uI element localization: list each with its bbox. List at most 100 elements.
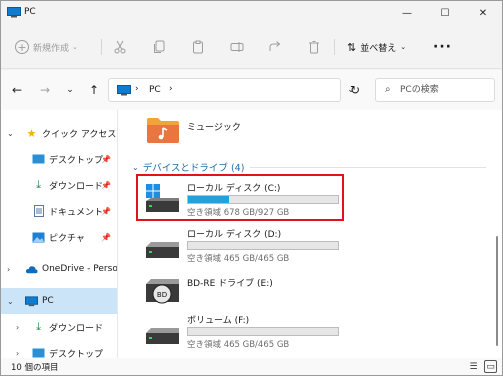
tiles-view-button[interactable]: ▭ (484, 360, 497, 373)
drive-f[interactable]: ボリューム (F:) 空き領域 465 GB/465 GB (144, 310, 344, 350)
drive-name: BD-RE ドライブ (E:) (187, 279, 273, 289)
music-folder-icon[interactable] (146, 116, 180, 144)
toolbar-divider (101, 39, 102, 55)
up-button[interactable]: ↑ (84, 80, 104, 100)
drive-name: ボリューム (F:) (187, 316, 250, 326)
download-arrow-icon: ⤓ (36, 178, 41, 191)
pc-icon (25, 295, 38, 307)
desktop-icon (32, 153, 45, 165)
close-button[interactable]: ✕ (464, 1, 502, 25)
address-bar[interactable]: › PC › (108, 78, 341, 102)
minimize-icon: — (402, 7, 412, 19)
close-icon: ✕ (478, 7, 488, 19)
section-header-devices[interactable]: ⌄ デバイスとドライブ (4) (132, 160, 245, 175)
chevron-down-icon: ⌄ (132, 162, 139, 172)
chevron-right-icon[interactable]: › (7, 265, 10, 274)
sidebar-item-quick-access[interactable]: ⌄ ★ クイック アクセス (1, 120, 117, 146)
paste-button[interactable] (189, 37, 207, 57)
explorer-window: PC — ☐ ✕ + 新規作成 ⌄ ⇅ 並べ替え ⌄ ··· ← → ⌄ ↑ ›… (0, 0, 503, 376)
window-title: PC (24, 7, 36, 17)
copy-button[interactable] (150, 37, 168, 57)
sidebar-item-pc-downloads[interactable]: › ⤓ ダウンロード (1, 314, 117, 340)
chevron-right-icon[interactable]: › (16, 323, 19, 332)
scrollbar-thumb[interactable] (496, 236, 498, 346)
highlight-annotation (136, 174, 344, 221)
arrow-right-icon: → (39, 83, 51, 97)
pin-icon: 📌 (101, 154, 111, 164)
pin-icon: 📌 (101, 180, 111, 190)
chevron-down-icon[interactable]: ⌄ (7, 129, 14, 138)
sidebar-item-pictures[interactable]: ピクチャ 📌 (1, 224, 117, 250)
maximize-button[interactable]: ☐ (426, 1, 464, 25)
copy-icon (154, 40, 165, 53)
recent-locations-button[interactable]: ⌄ (60, 80, 80, 100)
new-button[interactable]: + 新規作成 ⌄ (15, 37, 78, 57)
drive-usage-bar (187, 241, 339, 250)
refresh-button[interactable]: ↻ (345, 80, 365, 100)
minimize-button[interactable]: — (388, 1, 426, 25)
drive-d[interactable]: ローカル ディスク (D:) 空き領域 465 GB/465 GB (144, 224, 344, 264)
desktop-icon (32, 347, 45, 358)
section-divider (250, 167, 486, 168)
pc-icon (7, 7, 21, 18)
hard-drive-icon (146, 242, 179, 258)
pc-icon (117, 85, 131, 96)
document-icon (32, 205, 45, 217)
list-view-icon: ☰ (469, 361, 478, 372)
trash-icon (309, 41, 319, 54)
item-count: 10 個の項目 (11, 363, 59, 373)
search-input[interactable] (400, 83, 490, 97)
chevron-right-icon[interactable]: › (16, 349, 19, 358)
download-arrow-icon: ⤓ (36, 320, 41, 333)
sidebar-item-onedrive[interactable]: › OneDrive - Perso (1, 256, 117, 282)
arrow-up-icon: ↑ (88, 83, 100, 97)
navigation-pane: ⌄ ★ クイック アクセス デスクトップ 📌 ⤓ ダウンロード 📌 ドキュメント… (1, 110, 117, 358)
music-folder-label[interactable]: ミュージック (187, 120, 241, 133)
chevron-down-icon[interactable]: ⌄ (7, 297, 14, 306)
star-icon: ★ (26, 126, 37, 140)
rename-button[interactable] (228, 37, 246, 57)
refresh-icon: ↻ (349, 83, 361, 97)
drive-free-space: 空き領域 465 GB/465 GB (187, 254, 290, 264)
sidebar-item-desktop[interactable]: デスクトップ 📌 (1, 146, 117, 172)
ellipsis-icon: ··· (433, 39, 452, 55)
sidebar-item-label: PC (42, 296, 54, 306)
drive-usage-bar (187, 327, 339, 336)
more-options-button[interactable]: ··· (433, 37, 452, 57)
share-button[interactable] (266, 37, 284, 57)
pin-icon: 📌 (101, 232, 111, 242)
breadcrumb-pc[interactable]: PC (149, 85, 161, 95)
sidebar-item-pc[interactable]: ⌄ PC (1, 288, 117, 314)
sidebar-item-label: ダウンロード (49, 181, 104, 192)
bd-drive-icon: BD (146, 279, 179, 304)
title-bar: PC — ☐ ✕ (1, 1, 502, 25)
chevron-down-icon: ⌄ (400, 43, 407, 51)
sidebar-item-documents[interactable]: ドキュメント 📌 (1, 198, 117, 224)
scissors-icon (114, 40, 126, 54)
section-title: デバイスとドライブ (4) (142, 163, 245, 174)
forward-button[interactable]: → (35, 80, 55, 100)
sidebar-item-downloads[interactable]: ⤓ ダウンロード 📌 (1, 172, 117, 198)
delete-button[interactable] (305, 37, 323, 57)
back-button[interactable]: ← (7, 80, 27, 100)
details-view-button[interactable]: ☰ (467, 360, 480, 373)
search-icon: ⌕ (385, 84, 391, 95)
sort-button[interactable]: ⇅ 並べ替え ⌄ (347, 37, 406, 57)
drive-e[interactable]: BD BD-RE ドライブ (E:) (144, 268, 344, 308)
pictures-icon (32, 231, 45, 243)
hard-drive-icon (146, 328, 179, 344)
search-box[interactable]: ⌕ (375, 78, 495, 102)
toolbar-divider (334, 39, 335, 55)
cut-button[interactable] (111, 37, 129, 57)
maximize-icon: ☐ (440, 7, 450, 19)
chevron-right-icon[interactable]: › (169, 84, 173, 94)
content-scrollbar[interactable] (492, 110, 502, 358)
chevron-down-icon: ⌄ (66, 85, 74, 95)
navigation-bar: ← → ⌄ ↑ › PC › ⌄ ↻ ⌕ (1, 70, 502, 110)
chevron-right-icon[interactable]: › (135, 84, 139, 94)
drive-name: ローカル ディスク (D:) (187, 230, 282, 240)
clipboard-icon (193, 40, 203, 54)
sidebar-item-pc-desktop[interactable]: › デスクトップ (1, 340, 117, 358)
sidebar-item-label: ダウンロード (49, 323, 104, 334)
command-bar: + 新規作成 ⌄ ⇅ 並べ替え ⌄ ··· (1, 25, 502, 69)
